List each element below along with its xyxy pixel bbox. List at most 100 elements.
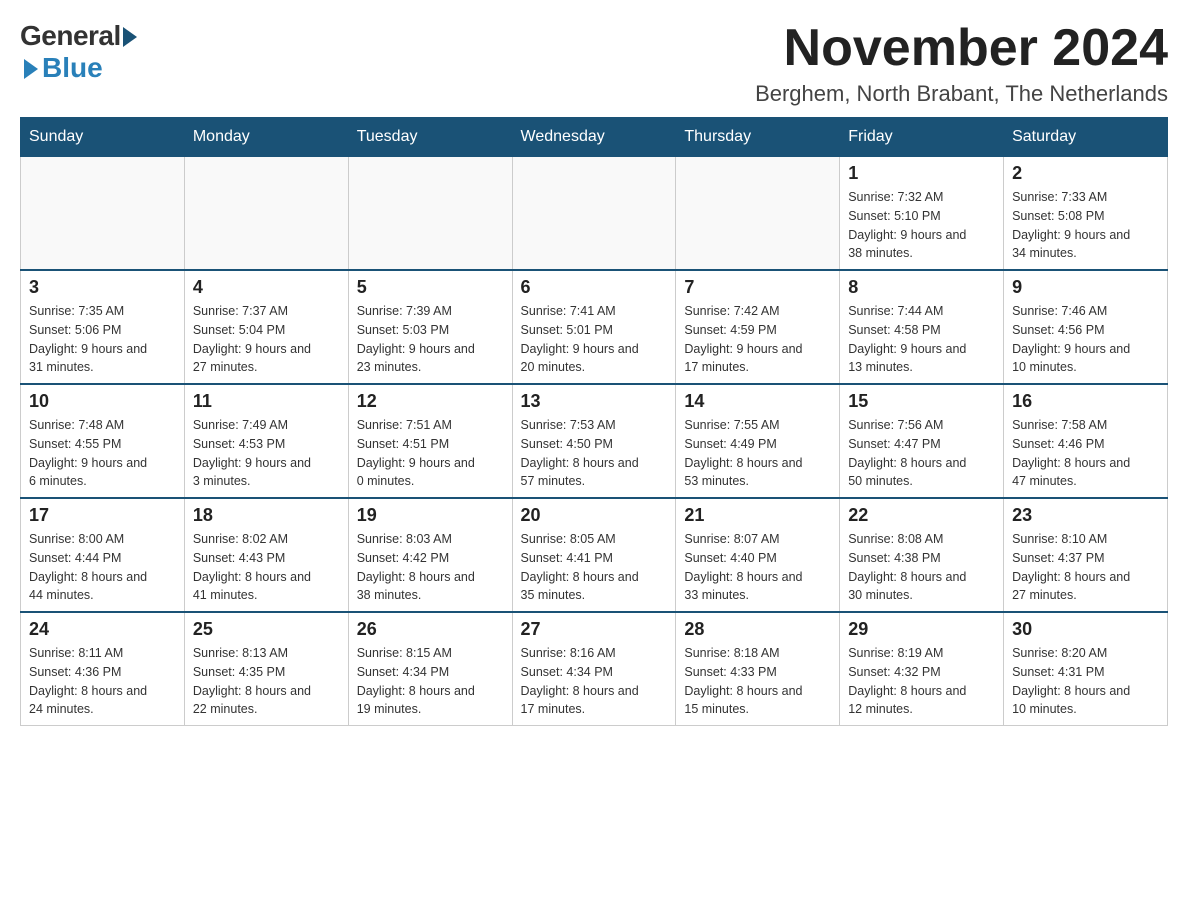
- col-monday: Monday: [184, 118, 348, 157]
- day-number: 27: [521, 619, 668, 640]
- col-wednesday: Wednesday: [512, 118, 676, 157]
- logo-blue-text: Blue: [42, 52, 103, 84]
- day-number: 6: [521, 277, 668, 298]
- calendar-header-row: Sunday Monday Tuesday Wednesday Thursday…: [21, 118, 1168, 157]
- page-header: General Blue November 2024 Berghem, Nort…: [20, 20, 1168, 107]
- day-number: 3: [29, 277, 176, 298]
- calendar-cell-w3-d2: 11 Sunrise: 7:49 AMSunset: 4:53 PMDayligh…: [184, 384, 348, 498]
- day-number: 24: [29, 619, 176, 640]
- calendar-cell-w3-d7: 16 Sunrise: 7:58 AMSunset: 4:46 PMDayligh…: [1004, 384, 1168, 498]
- calendar-cell-w2-d4: 6 Sunrise: 7:41 AMSunset: 5:01 PMDaylight…: [512, 270, 676, 384]
- col-friday: Friday: [840, 118, 1004, 157]
- day-info: Sunrise: 8:15 AMSunset: 4:34 PMDaylight:…: [357, 644, 504, 719]
- day-info: Sunrise: 7:42 AMSunset: 4:59 PMDaylight:…: [684, 302, 831, 377]
- day-info: Sunrise: 8:16 AMSunset: 4:34 PMDaylight:…: [521, 644, 668, 719]
- day-info: Sunrise: 7:58 AMSunset: 4:46 PMDaylight:…: [1012, 416, 1159, 491]
- day-number: 15: [848, 391, 995, 412]
- week-row-1: 1Sunrise: 7:32 AMSunset: 5:10 PMDaylight…: [21, 157, 1168, 271]
- day-info: Sunrise: 8:20 AMSunset: 4:31 PMDaylight:…: [1012, 644, 1159, 719]
- week-row-2: 3 Sunrise: 7:35 AMSunset: 5:06 PMDaylight…: [21, 270, 1168, 384]
- day-info: Sunrise: 7:41 AMSunset: 5:01 PMDaylight:…: [521, 302, 668, 377]
- day-number: 7: [684, 277, 831, 298]
- calendar-cell-w5-d3: 26 Sunrise: 8:15 AMSunset: 4:34 PMDayligh…: [348, 612, 512, 726]
- calendar-cell-w4-d3: 19Sunrise: 8:03 AMSunset: 4:42 PMDayligh…: [348, 498, 512, 612]
- day-number: 1: [848, 163, 995, 184]
- day-number: 28: [684, 619, 831, 640]
- calendar-cell-w4-d5: 21 Sunrise: 8:07 AMSunset: 4:40 PMDayligh…: [676, 498, 840, 612]
- day-number: 25: [193, 619, 340, 640]
- day-number: 2: [1012, 163, 1159, 184]
- calendar-cell-w1-d6: 1Sunrise: 7:32 AMSunset: 5:10 PMDaylight…: [840, 157, 1004, 271]
- calendar-cell-w5-d2: 25 Sunrise: 8:13 AMSunset: 4:35 PMDayligh…: [184, 612, 348, 726]
- day-number: 21: [684, 505, 831, 526]
- day-info: Sunrise: 8:18 AMSunset: 4:33 PMDaylight:…: [684, 644, 831, 719]
- day-info: Sunrise: 7:46 AMSunset: 4:56 PMDaylight:…: [1012, 302, 1159, 377]
- calendar-cell-w3-d3: 12Sunrise: 7:51 AMSunset: 4:51 PMDayligh…: [348, 384, 512, 498]
- day-info: Sunrise: 8:19 AMSunset: 4:32 PMDaylight:…: [848, 644, 995, 719]
- calendar-cell-w4-d2: 18 Sunrise: 8:02 AMSunset: 4:43 PMDayligh…: [184, 498, 348, 612]
- logo-arrow-icon-2: [24, 59, 38, 79]
- day-info: Sunrise: 7:44 AMSunset: 4:58 PMDaylight:…: [848, 302, 995, 377]
- col-saturday: Saturday: [1004, 118, 1168, 157]
- calendar-cell-w2-d3: 5Sunrise: 7:39 AMSunset: 5:03 PMDaylight…: [348, 270, 512, 384]
- day-number: 11: [193, 391, 340, 412]
- calendar-cell-w2-d6: 8 Sunrise: 7:44 AMSunset: 4:58 PMDaylight…: [840, 270, 1004, 384]
- day-info: Sunrise: 8:00 AMSunset: 4:44 PMDaylight:…: [29, 530, 176, 605]
- calendar-cell-w5-d7: 30 Sunrise: 8:20 AMSunset: 4:31 PMDayligh…: [1004, 612, 1168, 726]
- week-row-3: 10Sunrise: 7:48 AMSunset: 4:55 PMDayligh…: [21, 384, 1168, 498]
- logo-general-text: General: [20, 20, 121, 52]
- day-number: 5: [357, 277, 504, 298]
- day-info: Sunrise: 8:02 AMSunset: 4:43 PMDaylight:…: [193, 530, 340, 605]
- day-number: 30: [1012, 619, 1159, 640]
- day-number: 19: [357, 505, 504, 526]
- day-info: Sunrise: 7:37 AMSunset: 5:04 PMDaylight:…: [193, 302, 340, 377]
- day-number: 12: [357, 391, 504, 412]
- day-number: 18: [193, 505, 340, 526]
- day-number: 4: [193, 277, 340, 298]
- calendar-cell-w2-d7: 9 Sunrise: 7:46 AMSunset: 4:56 PMDaylight…: [1004, 270, 1168, 384]
- calendar-cell-w5-d1: 24Sunrise: 8:11 AMSunset: 4:36 PMDayligh…: [21, 612, 185, 726]
- location-subtitle: Berghem, North Brabant, The Netherlands: [755, 81, 1168, 107]
- calendar-cell-w4-d1: 17 Sunrise: 8:00 AMSunset: 4:44 PMDayligh…: [21, 498, 185, 612]
- calendar-cell-w2-d2: 4 Sunrise: 7:37 AMSunset: 5:04 PMDaylight…: [184, 270, 348, 384]
- calendar-cell-w4-d4: 20Sunrise: 8:05 AMSunset: 4:41 PMDayligh…: [512, 498, 676, 612]
- day-info: Sunrise: 8:13 AMSunset: 4:35 PMDaylight:…: [193, 644, 340, 719]
- col-tuesday: Tuesday: [348, 118, 512, 157]
- day-number: 29: [848, 619, 995, 640]
- calendar-cell-w3-d4: 13 Sunrise: 7:53 AMSunset: 4:50 PMDayligh…: [512, 384, 676, 498]
- day-info: Sunrise: 8:07 AMSunset: 4:40 PMDaylight:…: [684, 530, 831, 605]
- day-number: 14: [684, 391, 831, 412]
- calendar-cell-w3-d6: 15 Sunrise: 7:56 AMSunset: 4:47 PMDayligh…: [840, 384, 1004, 498]
- calendar-cell-w5-d6: 29 Sunrise: 8:19 AMSunset: 4:32 PMDayligh…: [840, 612, 1004, 726]
- title-area: November 2024 Berghem, North Brabant, Th…: [755, 20, 1168, 107]
- day-info: Sunrise: 7:55 AMSunset: 4:49 PMDaylight:…: [684, 416, 831, 491]
- day-info: Sunrise: 7:35 AMSunset: 5:06 PMDaylight:…: [29, 302, 176, 377]
- day-number: 9: [1012, 277, 1159, 298]
- calendar-cell-w5-d4: 27 Sunrise: 8:16 AMSunset: 4:34 PMDayligh…: [512, 612, 676, 726]
- calendar-cell-w3-d5: 14 Sunrise: 7:55 AMSunset: 4:49 PMDayligh…: [676, 384, 840, 498]
- day-info: Sunrise: 7:56 AMSunset: 4:47 PMDaylight:…: [848, 416, 995, 491]
- day-number: 13: [521, 391, 668, 412]
- calendar-cell-w3-d1: 10Sunrise: 7:48 AMSunset: 4:55 PMDayligh…: [21, 384, 185, 498]
- day-info: Sunrise: 8:05 AMSunset: 4:41 PMDaylight:…: [521, 530, 668, 605]
- calendar-cell-w4-d7: 23Sunrise: 8:10 AMSunset: 4:37 PMDayligh…: [1004, 498, 1168, 612]
- week-row-4: 17 Sunrise: 8:00 AMSunset: 4:44 PMDayligh…: [21, 498, 1168, 612]
- week-row-5: 24Sunrise: 8:11 AMSunset: 4:36 PMDayligh…: [21, 612, 1168, 726]
- day-info: Sunrise: 7:53 AMSunset: 4:50 PMDaylight:…: [521, 416, 668, 491]
- day-number: 8: [848, 277, 995, 298]
- logo-arrow-icon: [123, 27, 137, 47]
- day-info: Sunrise: 7:49 AMSunset: 4:53 PMDaylight:…: [193, 416, 340, 491]
- calendar-cell-w4-d6: 22 Sunrise: 8:08 AMSunset: 4:38 PMDayligh…: [840, 498, 1004, 612]
- calendar-cell-w1-d2: [184, 157, 348, 271]
- day-info: Sunrise: 8:08 AMSunset: 4:38 PMDaylight:…: [848, 530, 995, 605]
- calendar-cell-w1-d7: 2Sunrise: 7:33 AMSunset: 5:08 PMDaylight…: [1004, 157, 1168, 271]
- calendar-cell-w1-d4: [512, 157, 676, 271]
- day-number: 22: [848, 505, 995, 526]
- day-number: 16: [1012, 391, 1159, 412]
- calendar-cell-w1-d5: [676, 157, 840, 271]
- logo: General Blue: [20, 20, 137, 84]
- day-number: 26: [357, 619, 504, 640]
- col-thursday: Thursday: [676, 118, 840, 157]
- calendar-cell-w2-d5: 7 Sunrise: 7:42 AMSunset: 4:59 PMDaylight…: [676, 270, 840, 384]
- day-number: 17: [29, 505, 176, 526]
